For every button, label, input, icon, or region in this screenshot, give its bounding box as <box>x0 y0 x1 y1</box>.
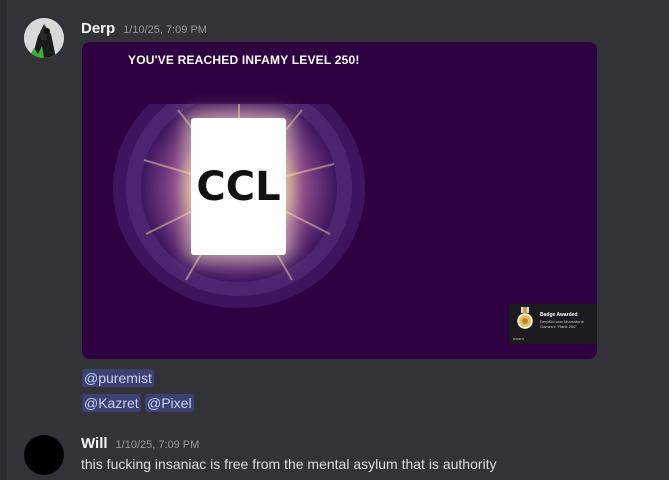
embed-image[interactable]: YOU'VE REACHED INFAMY LEVEL 250! CCL Bad… <box>82 42 597 359</box>
username[interactable]: Will <box>81 435 108 452</box>
message-header: Derp 1/10/25, 7:09 PM <box>81 20 207 37</box>
avatar[interactable] <box>24 18 64 58</box>
medal-icon <box>517 307 533 329</box>
username[interactable]: Derp <box>81 20 115 37</box>
avatar-image-icon <box>24 18 64 58</box>
server-sidebar-edge <box>0 0 7 480</box>
message-header: Will 1/10/25, 7:09 PM <box>81 435 199 452</box>
timestamp: 1/10/25, 7:09 PM <box>115 439 200 451</box>
user-mention[interactable]: @Pixel <box>145 394 194 412</box>
timestamp: 1/10/25, 7:09 PM <box>123 24 207 36</box>
embed-title: YOU'VE REACHED INFAMY LEVEL 250! <box>128 53 360 67</box>
user-mention[interactable]: @puremist <box>82 369 154 387</box>
user-mention[interactable]: @Kazret <box>82 394 141 412</box>
badge-description: DerpKid won Moonstone Games's "Rank 250" <box>540 319 584 329</box>
badge-awarded-panel: Badge Awarded DerpKid won Moonstone Game… <box>509 304 597 344</box>
card-label: CCL <box>196 163 281 210</box>
badge-footer: award <box>513 336 524 341</box>
message-text: this fucking insaniac is free from the m… <box>81 456 497 472</box>
avatar[interactable] <box>24 435 64 475</box>
level-card: CCL <box>191 118 286 255</box>
badge-title: Badge Awarded <box>540 312 578 318</box>
